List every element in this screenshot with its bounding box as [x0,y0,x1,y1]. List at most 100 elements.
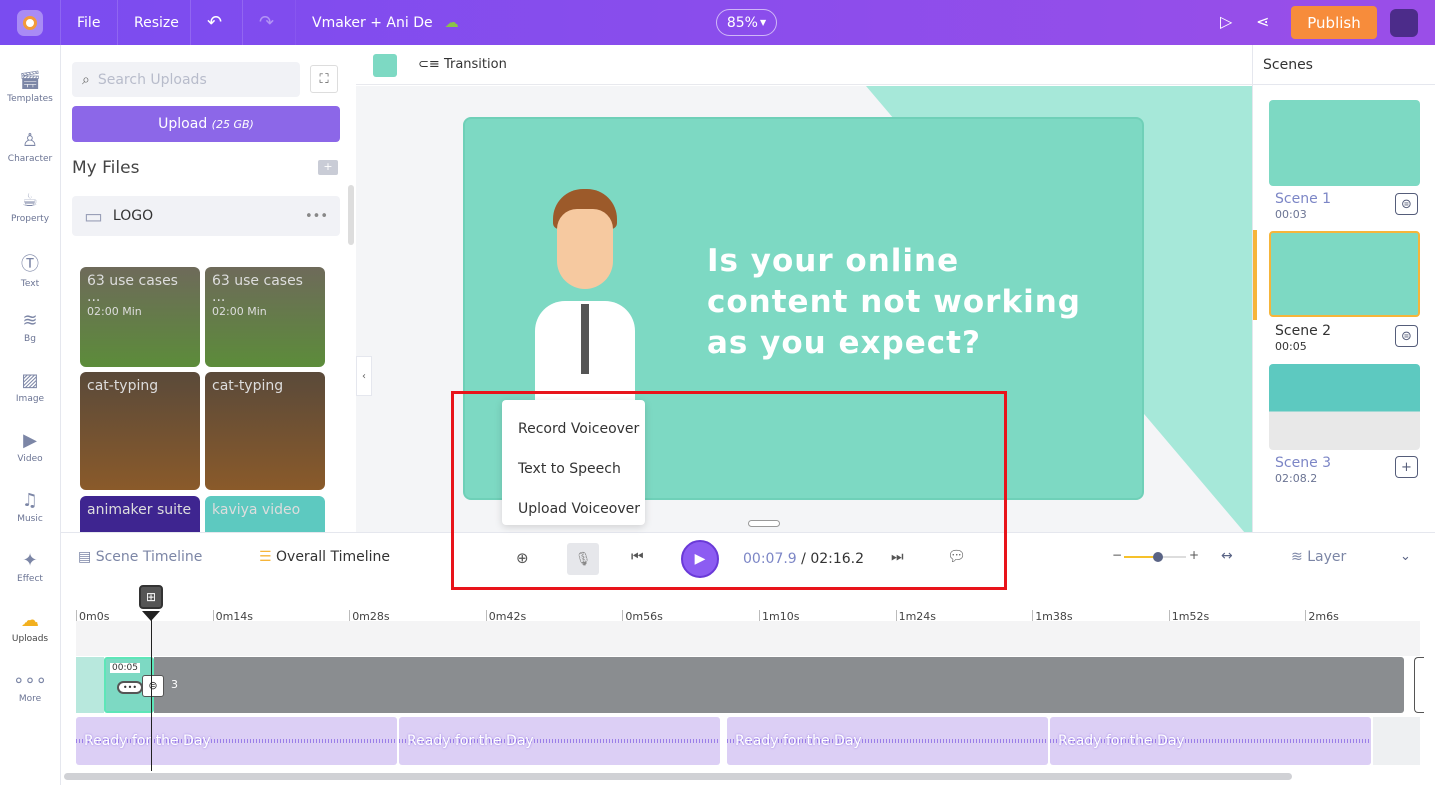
cup-icon: ☕︎ [21,190,39,211]
label: More [18,694,42,704]
audio-clip[interactable]: Ready for the Day [1050,717,1371,765]
more-icon: ∘∘∘ [13,670,47,691]
audio-clip[interactable]: Ready for the Day [76,717,397,765]
effect-icon: ✦ [22,550,38,571]
clip-duration: 00:05 [110,663,140,673]
upload-item[interactable]: animaker suite [80,496,200,532]
project-title[interactable]: Vmaker + Ani De ☁ [296,0,475,45]
file-menu[interactable]: File [61,0,118,45]
audio-title: Ready for the Day [1058,733,1185,749]
more-options-icon[interactable]: ••• [305,209,328,224]
cloud-saved-icon: ☁ [444,14,459,31]
cloud-upload-icon: ☁ [21,610,39,631]
more-options-icon[interactable]: ••• [117,681,143,694]
bg-color-swatch[interactable] [373,54,397,77]
transition-icon[interactable]: ⊜ [1395,193,1418,215]
item-title: 63 use cases ... [212,273,303,305]
tab-scene-timeline[interactable]: ▤ Scene Timeline [78,549,202,565]
tab-label: Overall Timeline [276,549,391,565]
layer-button[interactable]: ≋ Layer [1291,549,1346,565]
sidebar-item-music[interactable]: ♫ Music [0,490,60,524]
new-folder-icon[interactable]: + [318,160,338,175]
video-icon: ▶ [23,430,37,451]
sidebar: 🎬︎ Templates ♙ Character ☕︎ Property Ⓣ Text … [0,45,61,785]
sidebar-item-bg[interactable]: ≋ Bg [0,310,60,344]
transition-icon: ⊂≡ [418,57,440,72]
avatar[interactable] [1390,9,1418,37]
collapse-panel-button[interactable]: ‹ [356,356,372,396]
upload-item[interactable]: kaviya video [205,496,325,532]
scenes-title: Scenes [1263,57,1313,73]
scene-2-thumbnail[interactable] [1269,231,1420,317]
tab-label: Scene Timeline [95,549,203,565]
label: Bg [24,334,36,344]
zoom-dropdown[interactable]: 85% ▼ [716,9,777,36]
playhead-handle[interactable]: ⊞ [139,585,163,609]
sidebar-item-property[interactable]: ☕︎ Property [0,190,60,224]
audio-clip[interactable]: Ready for the Day [727,717,1048,765]
canvas-toolbar: ⊂≡ Transition [356,45,1252,85]
item-title: animaker suite [87,502,192,518]
sidebar-item-video[interactable]: ▶ Video [0,430,60,464]
search-input[interactable]: ⌕ Search Uploads [72,62,300,97]
label: Video [17,454,43,464]
upload-item[interactable]: 63 use cases ... 02:00 Min [205,267,325,367]
zoom-out-icon[interactable]: − [1112,548,1122,562]
sidebar-item-uploads[interactable]: ☁ Uploads [0,610,60,644]
image-icon: ▨ [21,370,39,391]
scenes-panel: Scenes Scene 1 00:03 ⊜ Scene 2 00:05 ⊜ S… [1252,45,1435,532]
undo-icon[interactable]: ↶ [191,0,243,45]
folder-logo[interactable]: ▭ LOGO ••• [72,196,340,236]
zoom-in-icon[interactable]: + [1189,548,1199,562]
slider-knob[interactable] [1153,552,1164,562]
transition-icon[interactable]: ⊜ [1395,325,1418,347]
scene-3-thumbnail[interactable] [1269,364,1420,450]
sidebar-item-templates[interactable]: 🎬︎ Templates [0,70,60,104]
timeline-zoom-slider[interactable]: − + [1112,548,1199,564]
film-icon: ▤ [78,549,92,565]
character[interactable] [535,189,635,411]
label: Effect [17,574,43,584]
zoom-value: 85% [726,14,758,31]
scene-1-clip[interactable] [76,657,104,713]
collapse-chevron-icon[interactable]: ⌄ [1400,549,1411,564]
preview-play-icon[interactable]: ▷ [1220,12,1232,31]
my-files-heading: My Files [72,158,140,178]
add-scene-button[interactable]: + [1395,456,1418,478]
audio-clip[interactable]: Ready for the Day [399,717,720,765]
sidebar-item-text[interactable]: Ⓣ Text [0,250,60,289]
sidebar-item-character[interactable]: ♙ Character [0,130,60,164]
audio-title: Ready for the Day [735,733,862,749]
headline-text[interactable]: Is your online content not working as yo… [707,241,1107,364]
person-icon: ♙ [21,130,39,151]
resize-menu[interactable]: Resize [118,0,191,45]
scene-3-clip[interactable]: 3 [154,657,1404,713]
scene-2-time: 00:05 [1275,340,1307,353]
horizontal-scrollbar[interactable] [64,773,1292,780]
scrollbar[interactable] [348,185,354,245]
folder-name: LOGO [112,208,154,224]
upload-item[interactable]: cat-typing [80,372,200,490]
fullscreen-icon[interactable]: ⛶ [310,65,338,93]
scene-1-thumbnail[interactable] [1269,100,1420,186]
transition-icon[interactable]: ⊜ [142,675,164,697]
upload-button[interactable]: Upload (25 GB) [72,106,340,142]
fit-width-icon[interactable]: ↔ [1221,548,1233,564]
sidebar-item-image[interactable]: ▨ Image [0,370,60,404]
track-background [76,621,1420,656]
top-bar: File Resize ↶ ↷ Vmaker + Ani De ☁ 85% ▼ ▷ … [0,0,1435,45]
label: Image [15,394,45,404]
tab-overall-timeline[interactable]: ☰ Overall Timeline [259,549,390,565]
upload-item[interactable]: cat-typing [205,372,325,490]
sidebar-item-more[interactable]: ∘∘∘ More [0,670,60,704]
transition-button[interactable]: ⊂≡ Transition [418,57,507,72]
app-logo[interactable] [0,0,61,45]
upload-item[interactable]: 63 use cases ... 02:00 Min [80,267,200,367]
layers-icon: ≋ [22,310,38,331]
share-icon[interactable]: ⋖ [1256,12,1269,31]
publish-button[interactable]: Publish [1291,6,1377,39]
sidebar-item-effect[interactable]: ✦ Effect [0,550,60,584]
track-end-handle[interactable] [1414,657,1424,713]
redo-icon[interactable]: ↷ [243,0,296,45]
scene-3-name: Scene 3 [1275,455,1332,471]
